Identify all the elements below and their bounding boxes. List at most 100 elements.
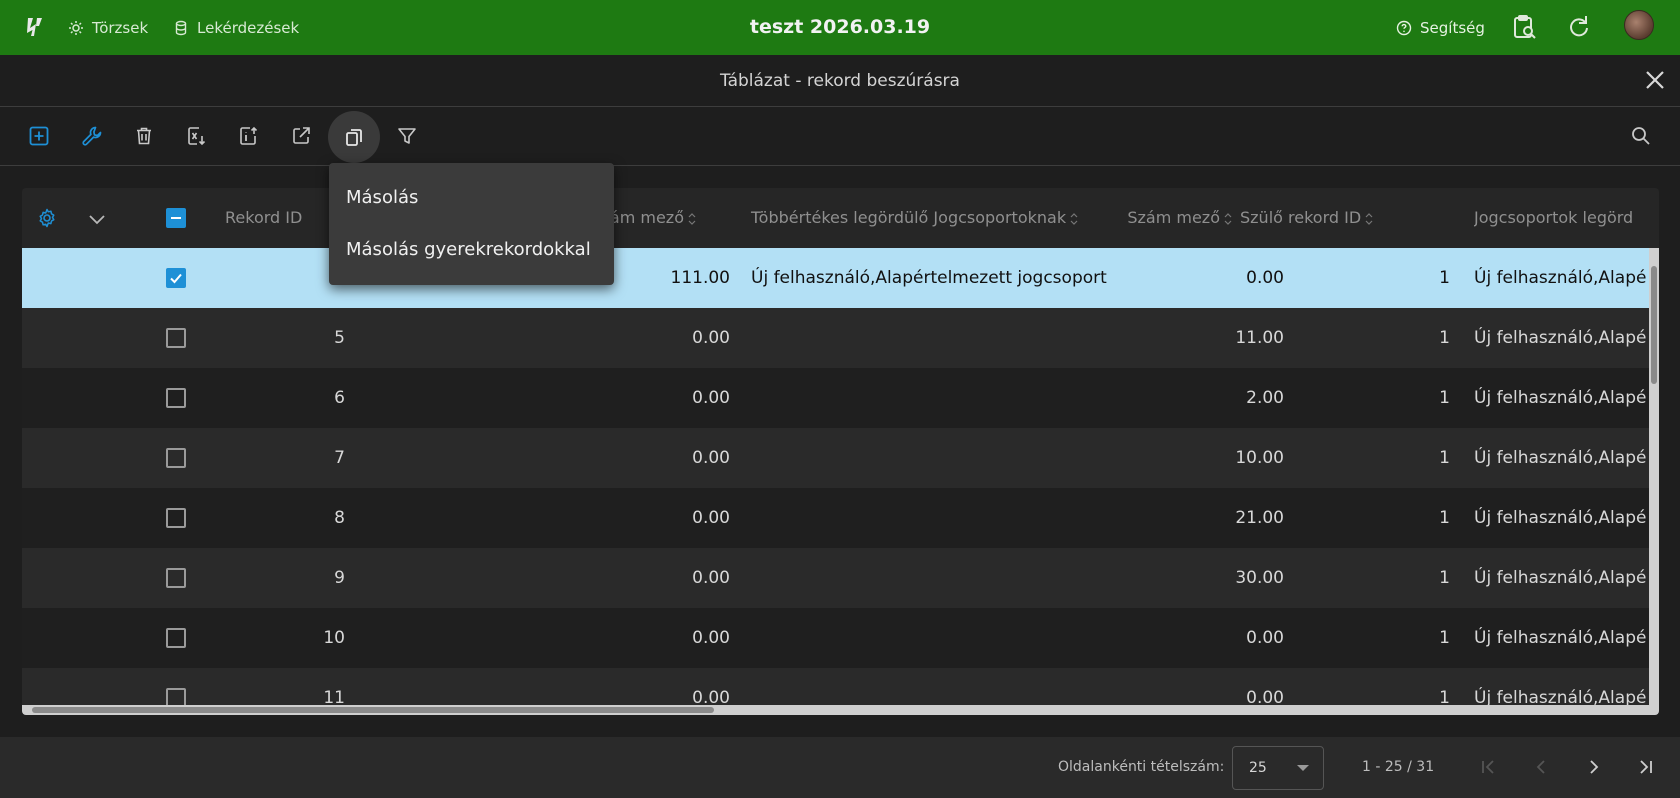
dialog-header: Táblázat - rekord beszúrásra bbox=[0, 55, 1680, 107]
excel-export-icon bbox=[188, 127, 206, 146]
database-icon bbox=[175, 20, 187, 35]
cell-szam-mezo-2: 2.00 bbox=[1246, 388, 1284, 408]
pagination-bar: Oldalankénti tételszám: 25 1 - 25 / 31 bbox=[0, 737, 1680, 798]
cell-szam-mezo-2: 21.00 bbox=[1235, 508, 1284, 528]
table-row[interactable]: 6 0.00 2.00 1 Új felhasználó,Alapé bbox=[22, 368, 1649, 428]
cell-rekord-id: 6 bbox=[334, 388, 345, 408]
cell-rekord-id: 8 bbox=[334, 508, 345, 528]
cell-szam-mezo-2: 0.00 bbox=[1246, 268, 1284, 288]
avatar[interactable] bbox=[1624, 10, 1654, 40]
cell-jogcsoportok: Új felhasználó,Alapé bbox=[1474, 388, 1647, 408]
sort-icon bbox=[1070, 212, 1078, 225]
first-page-icon[interactable] bbox=[1476, 755, 1500, 779]
next-page-icon[interactable] bbox=[1582, 755, 1606, 779]
import-button[interactable] bbox=[228, 116, 268, 156]
open-external-button[interactable] bbox=[281, 116, 321, 156]
copy-button[interactable] bbox=[328, 111, 380, 163]
row-checkbox[interactable] bbox=[166, 448, 186, 468]
cell-szulo-rekord-id: 1 bbox=[1439, 388, 1450, 408]
column-header-szulo-rekord-id[interactable]: Szülő rekord ID bbox=[1240, 188, 1373, 248]
checkmark-icon bbox=[170, 273, 182, 284]
caret-down-icon bbox=[1297, 765, 1309, 771]
edit-button[interactable] bbox=[72, 116, 112, 156]
table-row[interactable]: 7 0.00 10.00 1 Új felhasználó,Alapé bbox=[22, 428, 1649, 488]
settings-icon bbox=[69, 20, 83, 35]
filter-button[interactable] bbox=[387, 116, 427, 156]
copy-menu: Másolás Másolás gyerekrekordokkal bbox=[329, 163, 614, 285]
menu-item-masolas[interactable]: Másolás bbox=[346, 178, 418, 218]
help-label: Segítség bbox=[1420, 18, 1485, 37]
chevron-down-icon[interactable] bbox=[88, 210, 106, 228]
import-icon bbox=[240, 126, 258, 145]
sort-icon bbox=[1365, 212, 1373, 225]
column-header-tobbertekes[interactable]: Többértékes legördülő Jogcsoportoknak bbox=[751, 188, 1078, 248]
row-checkbox[interactable] bbox=[166, 388, 186, 408]
excel-export-button[interactable] bbox=[176, 116, 216, 156]
per-page-select[interactable]: 25 bbox=[1232, 746, 1324, 790]
cell-szulo-rekord-id: 1 bbox=[1439, 448, 1450, 468]
cell-tobbertekes bbox=[751, 548, 1111, 608]
cell-szam-mezo-2: 11.00 bbox=[1235, 328, 1284, 348]
cell-jogcsoportok: Új felhasználó,Alapé bbox=[1474, 628, 1647, 648]
menu-item-masolas-gyerekrekordokkal[interactable]: Másolás gyerekrekordokkal bbox=[346, 230, 591, 270]
dialog-title: Táblázat - rekord beszúrásra bbox=[720, 71, 960, 91]
add-icon bbox=[29, 126, 49, 146]
cell-tobbertekes: Új felhasználó,Alapértelmezett jogcsopor… bbox=[751, 268, 1107, 288]
cell-rekord-id: 5 bbox=[334, 328, 345, 348]
sort-icon bbox=[688, 212, 696, 225]
select-all-checkbox[interactable] bbox=[166, 208, 186, 228]
cell-jogcsoportok: Új felhasználó,Alapé bbox=[1474, 268, 1647, 288]
cell-szam-mezo: 0.00 bbox=[692, 508, 730, 528]
cell-tobbertekes bbox=[751, 308, 1111, 368]
horizontal-scroll-thumb[interactable] bbox=[32, 707, 714, 713]
column-label: Rekord ID bbox=[225, 208, 303, 227]
column-header-rekord-id[interactable]: Rekord ID bbox=[225, 188, 302, 248]
cell-szulo-rekord-id: 1 bbox=[1439, 628, 1450, 648]
page-range: 1 - 25 / 31 bbox=[1362, 759, 1435, 775]
row-checkbox[interactable] bbox=[166, 328, 186, 348]
cell-szam-mezo: 0.00 bbox=[692, 388, 730, 408]
nav-lekerdezesek[interactable]: Lekérdezések bbox=[173, 0, 299, 55]
cell-tobbertekes bbox=[751, 608, 1111, 668]
cell-jogcsoportok: Új felhasználó,Alapé bbox=[1474, 508, 1647, 528]
column-settings-icon[interactable] bbox=[37, 208, 57, 228]
close-icon[interactable] bbox=[1644, 69, 1666, 91]
clipboard-search-icon[interactable] bbox=[1510, 13, 1538, 41]
column-label: Szám mező bbox=[1127, 208, 1220, 227]
delete-button[interactable] bbox=[124, 116, 164, 156]
nav-torzsek[interactable]: Törzsek bbox=[68, 0, 148, 55]
help-button[interactable]: Segítség bbox=[1396, 0, 1485, 55]
cell-szulo-rekord-id: 1 bbox=[1439, 508, 1450, 528]
search-button[interactable] bbox=[1621, 116, 1661, 156]
help-icon bbox=[1396, 20, 1412, 35]
table-row[interactable]: 5 0.00 11.00 1 Új felhasználó,Alapé bbox=[22, 308, 1649, 368]
previous-page-icon[interactable] bbox=[1529, 755, 1553, 779]
filter-icon bbox=[398, 128, 416, 144]
app-logo-icon[interactable] bbox=[22, 14, 48, 40]
row-checkbox[interactable] bbox=[166, 268, 186, 288]
column-label: Szülő rekord ID bbox=[1240, 208, 1362, 227]
last-page-icon[interactable] bbox=[1634, 755, 1658, 779]
row-checkbox[interactable] bbox=[166, 568, 186, 588]
table-row[interactable]: 4111.00Új felhasználó,Alapértelmezett jo… bbox=[22, 248, 1649, 308]
add-button[interactable] bbox=[19, 116, 59, 156]
search-icon bbox=[1632, 127, 1650, 145]
open-external-icon bbox=[293, 127, 310, 144]
per-page-label: Oldalankénti tételszám: bbox=[1058, 759, 1225, 775]
table-row[interactable]: 8 0.00 21.00 1 Új felhasználó,Alapé bbox=[22, 488, 1649, 548]
table-header: Rekord ID Szám mező Többértékes legördül… bbox=[22, 188, 1659, 248]
cell-tobbertekes bbox=[751, 368, 1111, 428]
row-checkbox[interactable] bbox=[166, 508, 186, 528]
row-checkbox[interactable] bbox=[166, 628, 186, 648]
column-header-jogcsoportok[interactable]: Jogcsoportok legörd bbox=[1474, 188, 1649, 248]
column-header-szam-mezo-2[interactable]: Szám mező bbox=[1102, 188, 1232, 248]
refresh-icon[interactable] bbox=[1564, 13, 1592, 41]
cell-szam-mezo-2: 0.00 bbox=[1246, 628, 1284, 648]
table-row[interactable]: 10 0.00 0.00 1 Új felhasználó,Alapé bbox=[22, 608, 1649, 668]
vertical-scroll-thumb[interactable] bbox=[1651, 266, 1657, 384]
cell-rekord-id: 7 bbox=[334, 448, 345, 468]
table-row[interactable]: 9 0.00 30.00 1 Új felhasználó,Alapé bbox=[22, 548, 1649, 608]
nav-torzsek-label: Törzsek bbox=[92, 18, 149, 37]
sort-icon bbox=[1224, 212, 1232, 225]
cell-szulo-rekord-id: 1 bbox=[1439, 328, 1450, 348]
